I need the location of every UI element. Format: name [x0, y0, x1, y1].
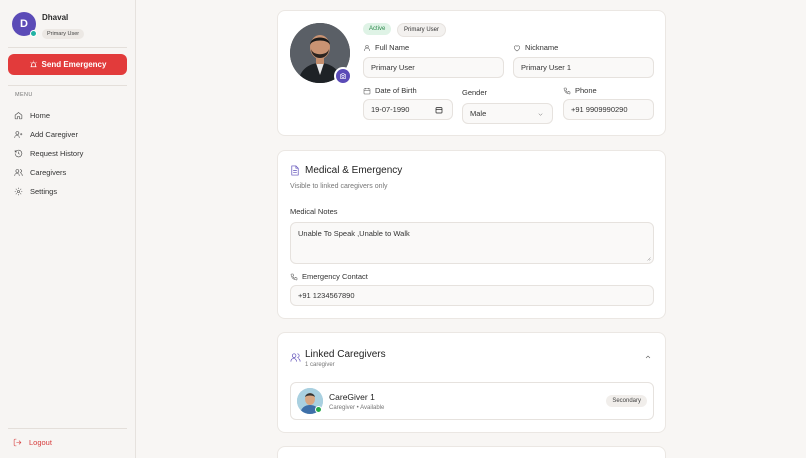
logout-label: Logout: [29, 438, 52, 447]
gear-icon: [14, 187, 23, 196]
user-icon: [364, 44, 370, 51]
sidebar-item-label: Request History: [30, 149, 84, 158]
menu-heading: MENU: [15, 92, 33, 98]
dob-field[interactable]: 19-07-1990: [363, 99, 453, 120]
gender-label-text: Gender: [462, 88, 488, 97]
avatar: D: [12, 12, 37, 37]
logout-button[interactable]: Logout: [13, 438, 52, 447]
gender-value: Male: [470, 109, 487, 118]
full-name-label-text: Full Name: [375, 43, 410, 52]
divider: [8, 85, 127, 86]
users-icon: [290, 353, 301, 362]
logout-icon: [13, 438, 22, 447]
medical-notes-label-text: Medical Notes: [290, 207, 338, 216]
list-item[interactable]: CareGiver 1 Caregiver • Available Second…: [290, 382, 654, 420]
user-name: Dhaval: [42, 13, 69, 22]
nickname-label-text: Nickname: [525, 43, 559, 52]
avatar-initial: D: [20, 18, 28, 30]
phone-label: Phone: [563, 86, 597, 95]
nickname-field[interactable]: Primary User 1: [513, 57, 654, 78]
full-name-label: Full Name: [363, 43, 409, 52]
status-badge: Active: [363, 23, 392, 35]
phone-value: +91 9909990290: [571, 105, 628, 114]
phone-label-text: Phone: [575, 86, 597, 95]
sidebar-item-request-history[interactable]: Request History: [14, 144, 83, 163]
linked-caregivers-title: Linked Caregivers: [305, 349, 386, 360]
medical-notes-value: Unable To Speak ,Unable to Walk: [298, 229, 410, 238]
online-status-dot: [30, 30, 37, 37]
phone-icon: [563, 87, 571, 94]
emergency-contact-field[interactable]: +91 1234567890: [290, 285, 654, 306]
caregiver-count: 1 caregiver: [305, 362, 335, 368]
chevron-up-icon[interactable]: [644, 353, 652, 361]
caregiver-role-badge: Secondary: [606, 395, 647, 407]
gender-label: Gender: [462, 88, 487, 97]
dob-label-text: Date of Birth: [375, 86, 417, 95]
medical-notes-label: Medical Notes: [290, 207, 338, 216]
user-profile[interactable]: D Dhaval Primary User: [12, 12, 85, 40]
history-icon: [14, 149, 23, 158]
divider: [8, 47, 127, 48]
caregiver-name: CareGiver 1: [329, 392, 375, 402]
emergency-contact-label: Emergency Contact: [290, 272, 368, 281]
medical-title: Medical & Emergency: [290, 165, 402, 176]
full-name-value: Primary User: [371, 63, 415, 72]
camera-icon: [340, 73, 346, 79]
send-emergency-button[interactable]: Send Emergency: [8, 54, 127, 75]
sidebar-nav: Home Add Caregiver Request History Careg…: [14, 106, 83, 201]
gender-select[interactable]: Male: [462, 103, 553, 124]
users-icon: [14, 169, 23, 176]
sidebar-item-add-caregiver[interactable]: Add Caregiver: [14, 125, 83, 144]
chevron-down-icon: [538, 113, 543, 116]
sidebar: D Dhaval Primary User Send Emergency MEN…: [0, 0, 136, 458]
nickname-label: Nickname: [513, 43, 558, 52]
role-badge: Primary User: [397, 23, 447, 37]
sidebar-item-label: Home: [30, 111, 51, 120]
user-role-badge: Primary User: [42, 29, 85, 39]
sidebar-item-settings[interactable]: Settings: [14, 182, 83, 201]
sidebar-item-label: Add Caregiver: [30, 130, 78, 139]
medical-subtitle: Visible to linked caregivers only: [290, 183, 388, 190]
heart-icon: [514, 45, 520, 51]
user-plus-icon: [14, 131, 23, 138]
linked-caregivers-card: Linked Caregivers 1 caregiver CareGiver …: [277, 332, 666, 433]
change-photo-button[interactable]: [334, 67, 352, 85]
divider: [8, 428, 127, 429]
resize-grip-icon[interactable]: [646, 256, 651, 261]
phone-field[interactable]: +91 9909990290: [563, 99, 654, 120]
alarm-icon: [29, 60, 37, 68]
available-status-dot: [315, 406, 322, 413]
sidebar-item-label: Caregivers: [30, 168, 67, 177]
phone-icon: [290, 273, 298, 280]
medical-notes-textarea[interactable]: Unable To Speak ,Unable to Walk: [290, 222, 654, 264]
sidebar-item-home[interactable]: Home: [14, 106, 83, 125]
dob-value: 19-07-1990: [371, 105, 410, 114]
dob-label: Date of Birth: [363, 86, 417, 95]
sidebar-item-caregivers[interactable]: Caregivers: [14, 163, 83, 182]
nickname-value: Primary User 1: [521, 63, 572, 72]
sidebar-item-label: Settings: [30, 187, 58, 196]
profile-card: Active Primary User Full Name Primary Us…: [277, 10, 666, 136]
emergency-contact-value: +91 1234567890: [298, 291, 355, 300]
medical-title-text: Medical & Emergency: [305, 165, 403, 176]
send-emergency-label: Send Emergency: [41, 60, 107, 69]
next-card: [277, 446, 666, 458]
caregiver-meta: Caregiver • Available: [329, 405, 385, 411]
full-name-field[interactable]: Primary User: [363, 57, 504, 78]
emergency-contact-label-text: Emergency Contact: [302, 272, 368, 281]
calendar-picker-icon[interactable]: [435, 106, 443, 114]
medical-card: Medical & Emergency Visible to linked ca…: [277, 150, 666, 319]
calendar-icon: [363, 87, 371, 94]
home-icon: [14, 112, 23, 120]
document-icon: [291, 165, 299, 176]
